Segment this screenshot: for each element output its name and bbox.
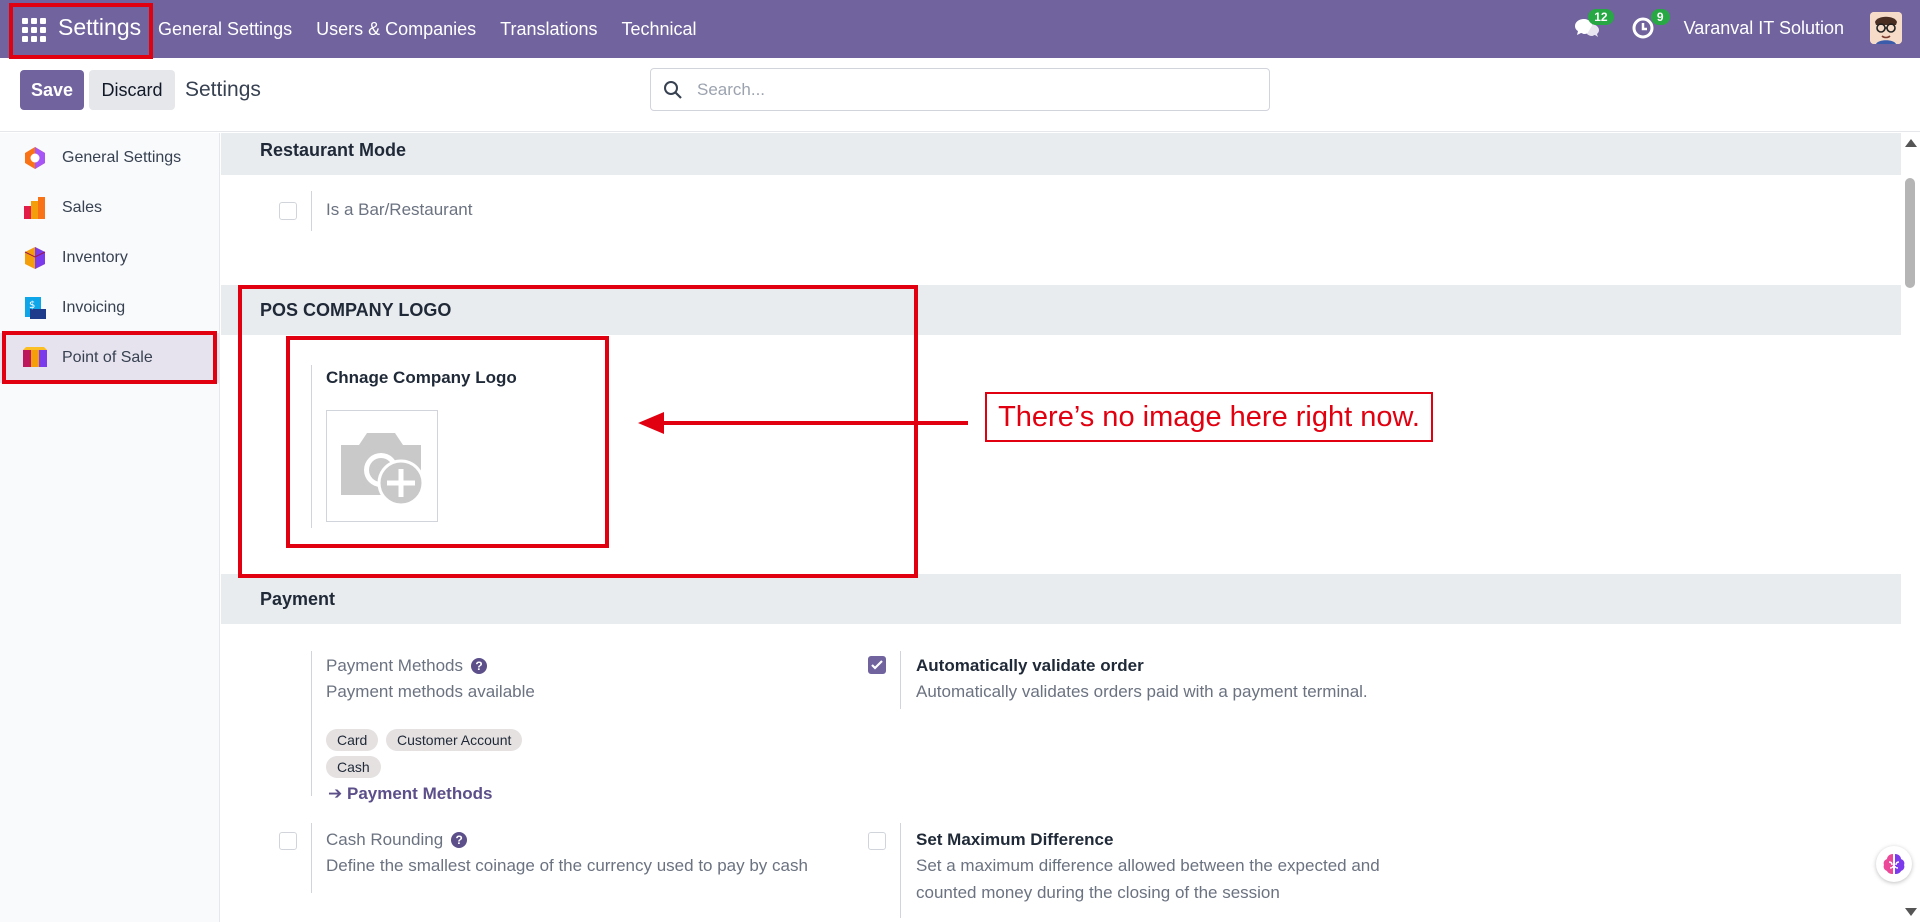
payment-method-tag-cash: Cash [326, 756, 381, 778]
activities-button[interactable]: 9 [1628, 9, 1670, 43]
setting-divider [900, 651, 901, 709]
max-difference-label: Set Maximum Difference [916, 830, 1114, 849]
cash-rounding-desc: Define the smallest coinage of the curre… [326, 856, 808, 875]
save-button[interactable]: Save [20, 70, 84, 110]
menu-general-settings[interactable]: General Settings [158, 19, 292, 40]
section-payment: Payment [221, 574, 1901, 624]
search-input[interactable] [697, 79, 1257, 100]
sidebar-item-label: Sales [62, 199, 103, 216]
help-icon[interactable]: ? [471, 658, 488, 674]
auto-validate-desc: Automatically validates orders paid with… [916, 682, 1368, 701]
search-bar[interactable] [650, 68, 1270, 111]
payment-methods-label: Payment Methods? [326, 656, 488, 676]
bar-restaurant-label: Is a Bar/Restaurant [326, 200, 473, 219]
scroll-thumb[interactable] [1905, 178, 1915, 288]
menu-users-companies[interactable]: Users & Companies [316, 19, 476, 40]
payment-methods-link-text: Payment Methods [346, 784, 493, 803]
breadcrumb: Settings [185, 78, 261, 101]
auto-validate-checkbox[interactable] [868, 656, 886, 674]
annotation-callout: There’s no image here right now. [985, 392, 1433, 442]
ai-assistant-button[interactable] [1876, 846, 1912, 882]
messages-count-badge: 12 [1588, 9, 1614, 25]
setting-divider [311, 651, 312, 796]
main-menu: General Settings Users & Companies Trans… [158, 19, 697, 40]
control-panel: Save Discard Settings [0, 58, 1920, 132]
payment-method-tag-customer-account: Customer Account [386, 729, 523, 751]
max-difference-desc-line2: counted money during the closing of the … [916, 883, 1280, 902]
sidebar-item-label: Invoicing [62, 299, 126, 316]
brain-icon [1883, 854, 1905, 874]
messages-button[interactable]: 12 [1572, 9, 1614, 43]
annotation-box-logo-field [286, 336, 609, 548]
max-difference-desc-line1: Set a maximum difference allowed between… [916, 856, 1380, 875]
cash-rounding-label-text: Cash Rounding [326, 830, 444, 849]
top-navbar: Settings General Settings Users & Compan… [0, 0, 1920, 58]
auto-validate-label: Automatically validate order [916, 656, 1144, 675]
cash-rounding-label: Cash Rounding? [326, 830, 468, 850]
section-restaurant-mode: Restaurant Mode [221, 133, 1901, 175]
sidebar-item-invoicing[interactable]: $ Invoicing [0, 283, 219, 333]
inventory-icon [24, 247, 46, 269]
sidebar-item-sales[interactable]: Sales [0, 183, 219, 233]
settings-sidebar: General Settings Sales Inventory $ Invoi… [0, 133, 220, 922]
help-icon[interactable]: ? [451, 832, 468, 848]
systray: 12 9 Varanval IT Solution [1572, 9, 1902, 44]
cash-rounding-checkbox[interactable] [279, 832, 297, 850]
sales-icon [24, 197, 45, 219]
payment-methods-desc: Payment methods available [326, 682, 535, 701]
company-switcher[interactable]: Varanval IT Solution [1684, 18, 1844, 39]
svg-text:$: $ [29, 300, 35, 311]
user-avatar[interactable] [1870, 12, 1902, 44]
menu-technical[interactable]: Technical [622, 19, 697, 40]
annotation-arrow-head [638, 412, 664, 434]
setting-divider [311, 823, 312, 893]
sidebar-item-general-settings[interactable]: General Settings [0, 133, 219, 183]
arrow-right-icon: ➔ [328, 784, 343, 803]
sidebar-item-inventory[interactable]: Inventory [0, 233, 219, 283]
payment-methods-label-text: Payment Methods [326, 656, 464, 675]
sidebar-item-label: General Settings [62, 149, 182, 166]
max-difference-checkbox[interactable] [868, 832, 886, 850]
annotation-arrow-line [660, 421, 968, 425]
general-settings-icon [25, 147, 45, 169]
setting-divider [311, 191, 312, 231]
scroll-up-icon[interactable] [1905, 139, 1917, 147]
invoicing-icon: $ [25, 297, 46, 319]
annotation-box-point-of-sale [2, 331, 217, 384]
content-scrollbar[interactable] [1901, 133, 1920, 922]
search-icon [664, 80, 682, 99]
scroll-down-icon[interactable] [1905, 908, 1917, 916]
sidebar-item-label: Inventory [62, 249, 128, 266]
menu-translations[interactable]: Translations [500, 19, 597, 40]
payment-method-tag-card: Card [326, 729, 379, 751]
discard-button[interactable]: Discard [89, 70, 175, 110]
bar-restaurant-checkbox[interactable] [279, 202, 297, 220]
activities-count-badge: 9 [1650, 9, 1670, 25]
annotation-box-settings [9, 3, 153, 59]
payment-methods-link[interactable]: ➔ Payment Methods [328, 784, 492, 804]
checkmark-icon [871, 660, 883, 670]
avatar-icon [1870, 12, 1902, 44]
setting-divider [900, 823, 901, 918]
